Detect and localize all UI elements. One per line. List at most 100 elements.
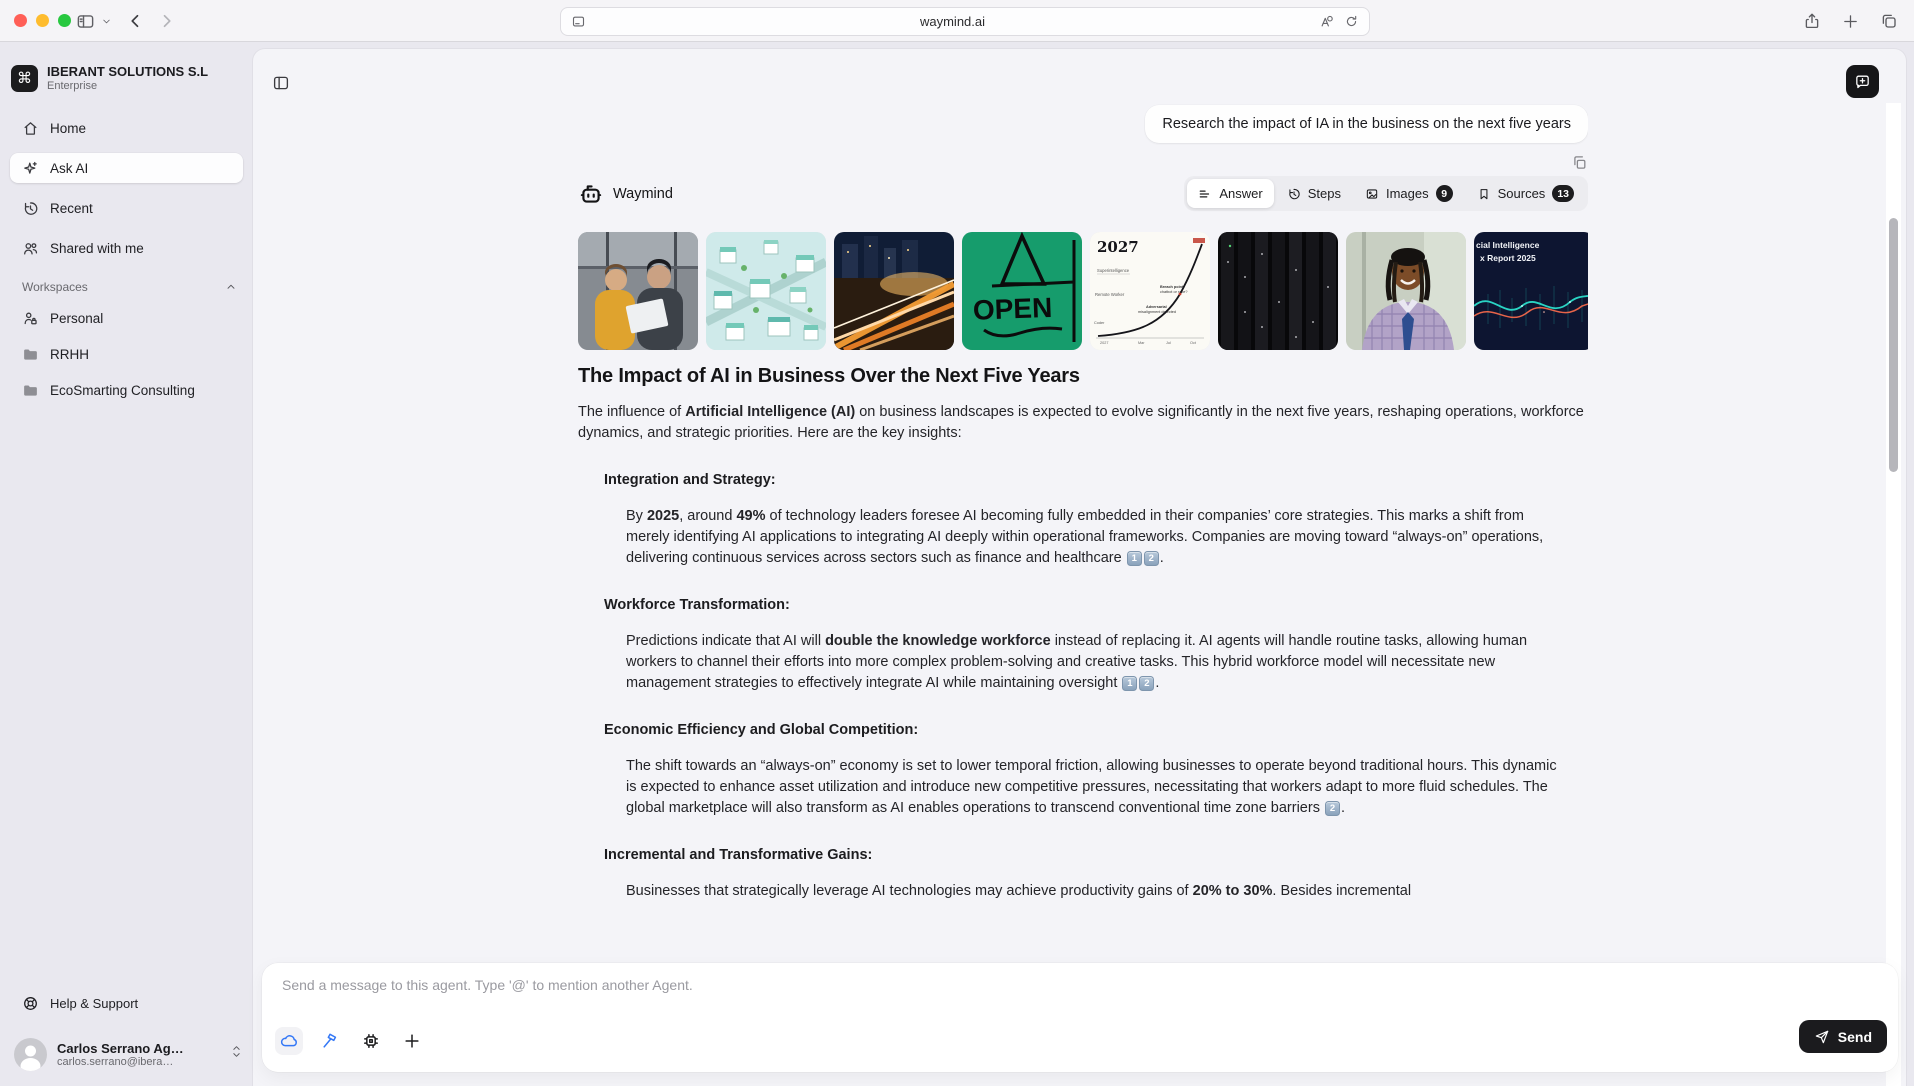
- citation-badge[interactable]: 1: [1126, 551, 1142, 566]
- new-chat-button[interactable]: [1846, 65, 1879, 98]
- org-plan: Enterprise: [47, 80, 98, 92]
- tab-label: Images: [1385, 186, 1429, 201]
- bold-text: Artificial Intelligence (AI): [685, 404, 856, 420]
- sidebar-item-label: Recent: [50, 200, 93, 216]
- chevrons-updown-icon: [230, 1044, 243, 1064]
- address-bar[interactable]: waymind.ai: [560, 7, 1370, 36]
- user-menu[interactable]: Carlos Serrano Ag… carlos.serrano@ibera…: [14, 1031, 243, 1077]
- citation-badge[interactable]: 2: [1143, 551, 1159, 566]
- chevron-up-icon[interactable]: [225, 281, 237, 293]
- text-segment: .: [1155, 675, 1160, 691]
- thumbnail-night-train-lights[interactable]: [834, 232, 954, 350]
- tools-hammer-button[interactable]: [316, 1027, 344, 1055]
- sidebar-item-shared-with-me[interactable]: Shared with me: [10, 233, 243, 263]
- thumbnail-isometric-city[interactable]: [706, 232, 826, 350]
- thumbnail-open-sign[interactable]: OPEN: [962, 232, 1082, 350]
- text-segment: . Besides incremental: [1272, 883, 1412, 899]
- url-text[interactable]: waymind.ai: [586, 14, 1319, 29]
- forward-button[interactable]: [157, 0, 175, 42]
- translate-icon[interactable]: [1319, 14, 1334, 29]
- svg-text:Oct: Oct: [1190, 341, 1197, 345]
- section-heading: Economic Efficiency and Global Competiti…: [604, 722, 919, 738]
- citation-badge[interactable]: 2: [1324, 801, 1340, 816]
- org-logo-icon: ⌘: [11, 64, 38, 92]
- text-segment: , around: [679, 508, 737, 524]
- panel-toggle-icon[interactable]: [272, 74, 290, 97]
- toolbar-sidebar-toggle-icon[interactable]: [76, 0, 95, 42]
- sources-count-badge: 13: [1552, 185, 1574, 202]
- back-button[interactable]: [127, 0, 145, 42]
- svg-text:misalignment detected: misalignment detected: [1138, 310, 1176, 314]
- chevron-down-icon[interactable]: [101, 0, 112, 42]
- text-segment: Businesses that strategically leverage A…: [626, 883, 1193, 899]
- sidebar-item-ask-ai[interactable]: Ask AI: [10, 153, 243, 183]
- lifebuoy-icon: [22, 995, 39, 1012]
- cloud-button[interactable]: [275, 1027, 303, 1055]
- text-segment: The shift towards an “always-on” economy…: [626, 758, 1557, 816]
- text-segment: The influence of: [578, 404, 686, 420]
- attach-plus-button[interactable]: [398, 1027, 426, 1055]
- model-chip-button[interactable]: [357, 1027, 385, 1055]
- thumbnail-smiling-professional[interactable]: [1346, 232, 1466, 350]
- tab-label: Sources: [1497, 186, 1546, 201]
- close-window-button[interactable]: [14, 14, 27, 27]
- home-icon: [22, 120, 39, 137]
- help-support-label: Help & Support: [50, 996, 139, 1011]
- avatar: [14, 1037, 47, 1071]
- sidebar-item-label: Shared with me: [50, 240, 144, 256]
- scrollbar-thumb[interactable]: [1889, 218, 1898, 472]
- citation-badge[interactable]: 2: [1139, 676, 1155, 691]
- sidebar-item-rrhh[interactable]: RRHH: [10, 340, 243, 368]
- bold-text: double the knowledge workforce: [825, 633, 1051, 649]
- message-composer[interactable]: Send a message to this agent. Type '@' t…: [262, 963, 1898, 1072]
- sidebar-item-recent[interactable]: Recent: [10, 193, 243, 223]
- section-body: Predictions indicate that AI will double…: [626, 631, 1566, 694]
- section-body: By 2025, around 49% of technology leader…: [626, 506, 1566, 569]
- section-heading: Incremental and Transformative Gains:: [604, 847, 873, 863]
- section-heading: Workforce Transformation:: [604, 597, 790, 613]
- svg-text:Jul: Jul: [1166, 341, 1171, 345]
- thumbnail-2027-chart[interactable]: 2027 Superintelligence Remote Worker Bre…: [1090, 232, 1210, 350]
- sidebar-item-label: Ask AI: [50, 160, 89, 176]
- org-switcher[interactable]: ⌘ IBERANT SOLUTIONS S.L Enterprise: [11, 64, 208, 92]
- svg-text:Coder: Coder: [1094, 321, 1105, 325]
- sidebar-item-personal[interactable]: Personal: [10, 304, 243, 332]
- reload-icon[interactable]: [1344, 14, 1359, 29]
- svg-text:chatbot or race?: chatbot or race?: [1160, 290, 1187, 294]
- sidebar: ⌘ IBERANT SOLUTIONS S.L Enterprise Home …: [0, 42, 253, 1086]
- user-name: Carlos Serrano Ag…: [57, 1040, 184, 1056]
- sidebar-item-ecosmarting-consulting[interactable]: EcoSmarting Consulting: [10, 376, 243, 404]
- copy-icon[interactable]: [1571, 154, 1588, 171]
- scrollbar-track[interactable]: [1886, 103, 1901, 1086]
- sidebar-item-label: EcoSmarting Consulting: [50, 382, 195, 398]
- thumbnail-server-racks[interactable]: [1218, 232, 1338, 350]
- zoom-window-button[interactable]: [58, 14, 71, 27]
- tab-steps[interactable]: Steps: [1276, 179, 1352, 208]
- citation-badge[interactable]: 1: [1122, 676, 1138, 691]
- bold-text: 2025: [646, 508, 680, 524]
- send-button[interactable]: Send: [1798, 1020, 1887, 1053]
- reader-icon[interactable]: [571, 14, 586, 29]
- answer-title: The Impact of AI in Business Over the Ne…: [578, 365, 1080, 387]
- browser-toolbar: waymind.ai: [0, 0, 1914, 42]
- thumbnail-colleagues-laptop[interactable]: [578, 232, 698, 350]
- section-body: Businesses that strategically leverage A…: [626, 881, 1566, 902]
- text-segment: By: [626, 508, 647, 524]
- help-support-link[interactable]: Help & Support: [22, 995, 138, 1012]
- robot-icon: [578, 181, 604, 207]
- tab-images[interactable]: Images 9: [1354, 179, 1464, 208]
- sidebar-item-home[interactable]: Home: [10, 113, 243, 143]
- share-icon[interactable]: [1803, 12, 1821, 30]
- minimize-window-button[interactable]: [36, 14, 49, 27]
- user-message-bubble: Research the impact of IA in the busines…: [1145, 105, 1588, 143]
- thumbnail-ai-report-2025[interactable]: cial Intelligence x Report 2025: [1474, 232, 1588, 350]
- composer-placeholder[interactable]: Send a message to this agent. Type '@' t…: [282, 977, 693, 993]
- tab-answer[interactable]: Answer: [1187, 179, 1274, 208]
- answer-sections: Integration and Strategy: By 2025, around…: [578, 472, 1588, 902]
- answer-intro: The influence of Artificial Intelligence…: [578, 402, 1588, 444]
- tab-sources[interactable]: Sources 13: [1466, 179, 1585, 208]
- section-heading: Integration and Strategy:: [604, 472, 776, 488]
- new-tab-icon[interactable]: [1842, 13, 1859, 30]
- tab-overview-icon[interactable]: [1880, 12, 1898, 30]
- sidebar-item-label: Personal: [50, 310, 104, 326]
